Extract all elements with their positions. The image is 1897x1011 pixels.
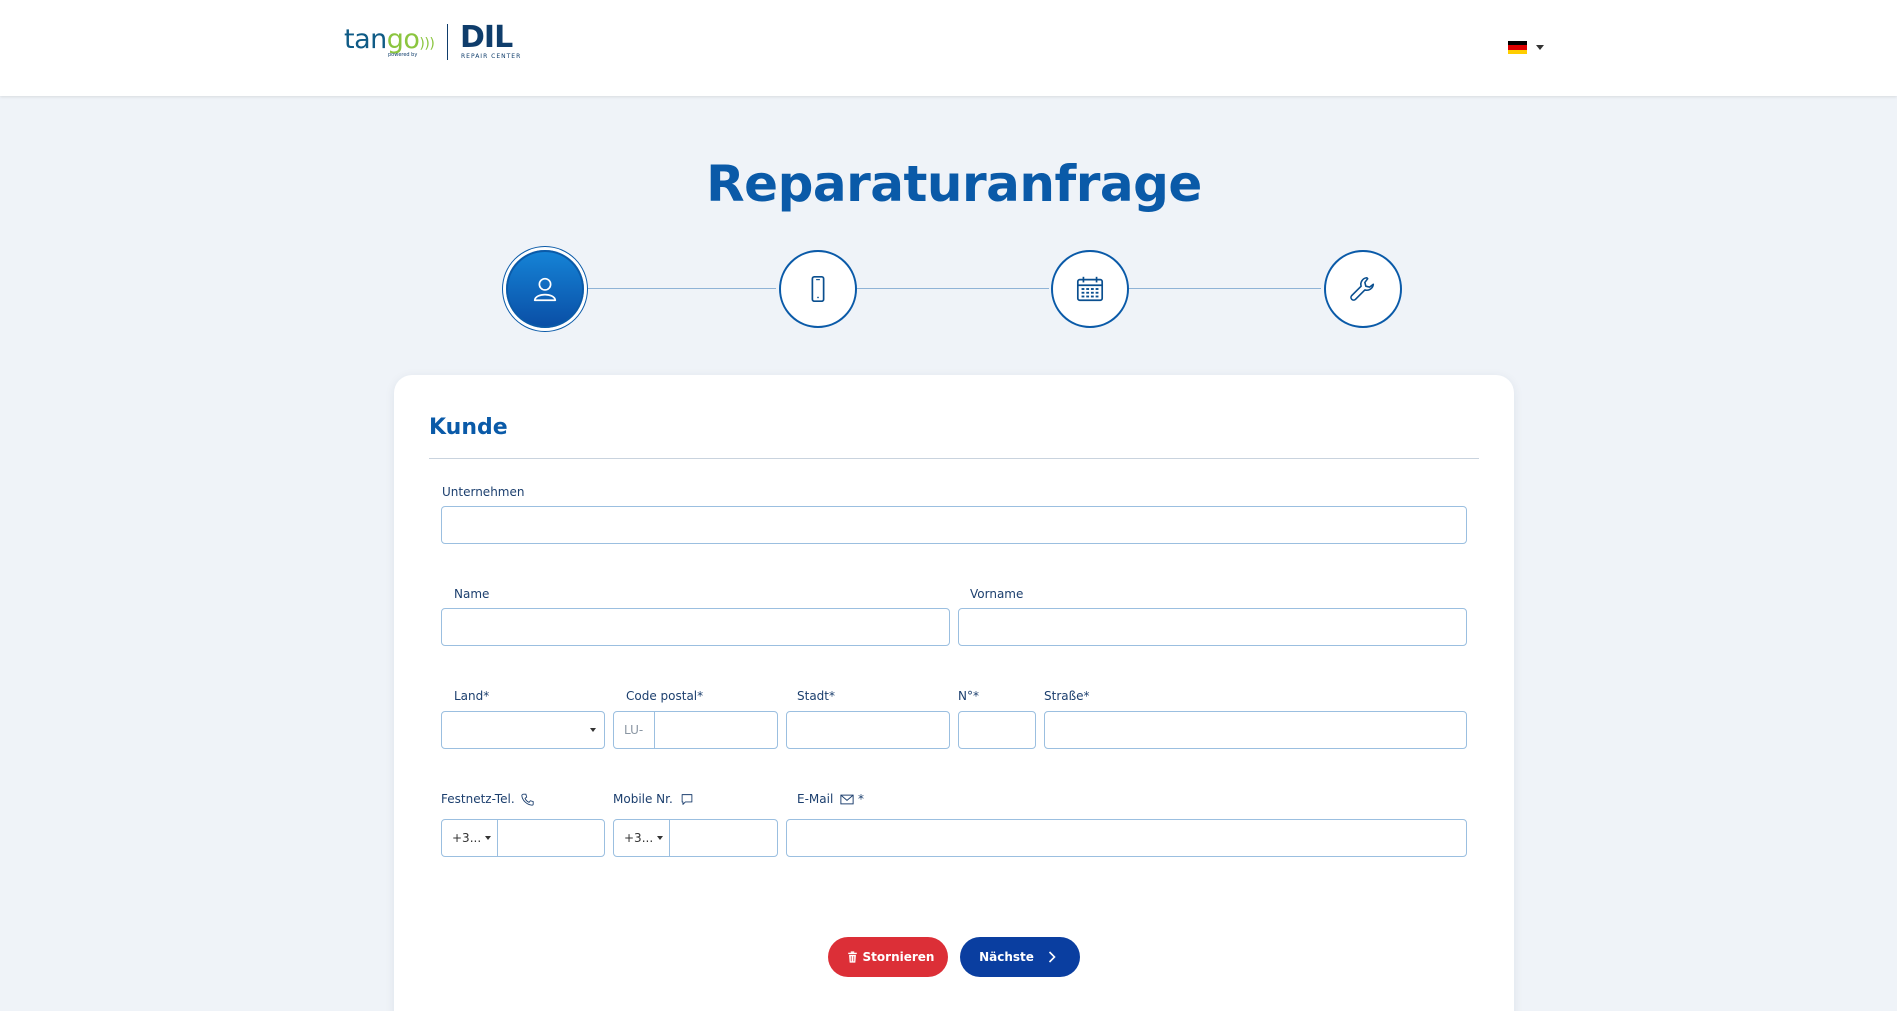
step-repair[interactable]: [1324, 250, 1402, 328]
email-label: E-Mail *: [797, 792, 864, 806]
landline-label: Festnetz-Tel.: [441, 792, 535, 806]
trash-icon: [847, 951, 858, 963]
email-input[interactable]: [786, 819, 1467, 857]
name-input[interactable]: [441, 608, 950, 646]
landline-country-code[interactable]: +3...: [452, 831, 481, 845]
mobile-label: Mobile Nr.: [613, 792, 694, 806]
country-label: Land*: [454, 689, 490, 703]
street-input[interactable]: [1044, 711, 1467, 749]
street-label: Straße*: [1044, 689, 1090, 703]
user-icon: [533, 277, 557, 302]
postal-prefix-divider: [654, 712, 655, 748]
stepper-connector: [856, 288, 1049, 289]
language-selector[interactable]: [1508, 41, 1544, 54]
stepper-connector: [1128, 288, 1321, 289]
city-label: Stadt*: [797, 689, 835, 703]
postal-code-input[interactable]: LU-: [613, 711, 778, 749]
tango-logo-text: tango))): [344, 24, 435, 55]
section-divider: [429, 458, 1479, 459]
logo-divider: [447, 24, 448, 60]
postal-code-label: Code postal*: [626, 689, 704, 703]
house-number-input[interactable]: [958, 711, 1036, 749]
step-device[interactable]: [779, 250, 857, 328]
house-number-label: N°*: [958, 689, 979, 703]
envelope-icon: [840, 794, 854, 805]
mobile-code-divider: [669, 820, 670, 856]
german-flag-icon: [1508, 41, 1527, 54]
step-appointment[interactable]: [1051, 250, 1129, 328]
chevron-right-icon: [1048, 951, 1056, 963]
step-customer[interactable]: [506, 250, 584, 328]
next-button[interactable]: Nächste: [960, 937, 1080, 977]
mobile-input[interactable]: +3...: [613, 819, 778, 857]
customer-form-card: Kunde Unternehmen Name Vorname Land* Cod…: [394, 375, 1514, 1011]
section-title: Kunde: [429, 415, 508, 440]
progress-stepper: [0, 250, 1897, 328]
chevron-down-icon: [657, 836, 663, 840]
next-button-label: Nächste: [979, 950, 1034, 964]
landline-input[interactable]: +3...: [441, 819, 605, 857]
powered-by-text: powered by: [388, 52, 418, 58]
company-label: Unternehmen: [442, 485, 525, 499]
mobile-country-code[interactable]: +3...: [624, 831, 653, 845]
calendar-icon: [1076, 276, 1104, 302]
top-header: tango))) powered by DIL REPAIR CENTER: [0, 0, 1897, 96]
landline-code-divider: [497, 820, 498, 856]
chevron-down-icon: [1536, 45, 1544, 50]
phone-handset-icon: [521, 793, 535, 806]
city-input[interactable]: [786, 711, 950, 749]
phone-icon: [811, 275, 825, 303]
country-select[interactable]: [441, 711, 605, 749]
message-icon: [681, 794, 692, 805]
name-label: Name: [454, 587, 490, 601]
chevron-down-icon: [590, 728, 596, 732]
stepper-connector: [583, 288, 776, 289]
dil-logo-text: DIL: [460, 20, 513, 55]
firstname-label: Vorname: [970, 587, 1024, 601]
wrench-icon: [1350, 276, 1375, 301]
company-input[interactable]: [441, 506, 1467, 544]
firstname-input[interactable]: [958, 608, 1467, 646]
cancel-button[interactable]: Stornieren: [828, 937, 948, 977]
page-title: Reparaturanfrage: [706, 155, 1202, 213]
cancel-button-label: Stornieren: [862, 950, 935, 964]
repair-center-text: REPAIR CENTER: [461, 53, 522, 60]
postal-prefix: LU-: [624, 723, 644, 737]
chevron-down-icon: [485, 836, 491, 840]
